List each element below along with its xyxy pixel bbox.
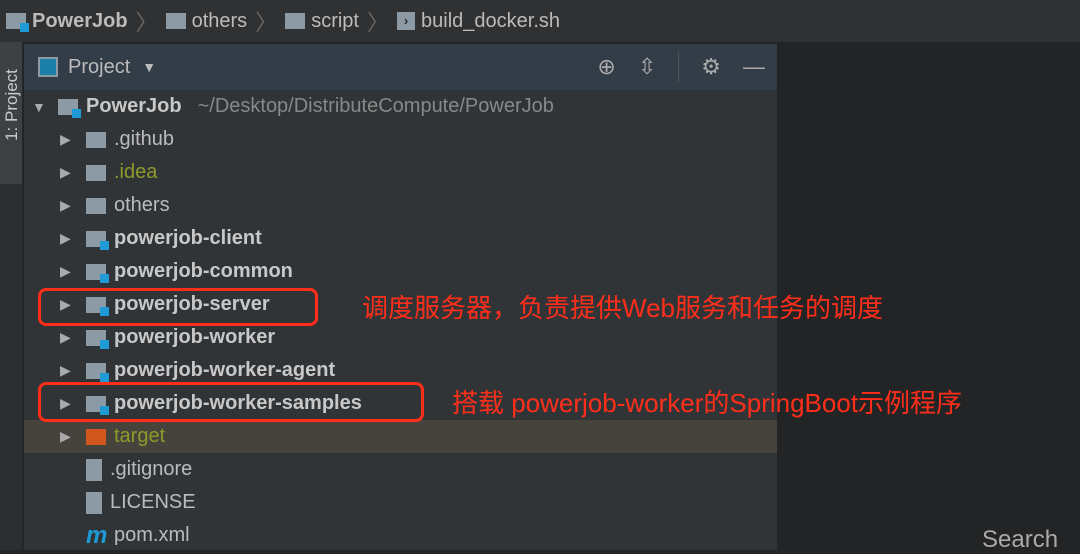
tree-item-label: target bbox=[114, 425, 166, 447]
module-folder-icon bbox=[86, 329, 109, 349]
annotation-box-samples bbox=[38, 382, 424, 422]
tree-item-label: powerjob-common bbox=[114, 260, 293, 282]
tree-row[interactable]: ▶ .github bbox=[24, 123, 777, 156]
module-folder-icon bbox=[58, 98, 81, 118]
tree-item-label: .idea bbox=[114, 161, 158, 183]
tree-row[interactable]: ▼ PowerJob ~/Desktop/DistributeCompute/Pow… bbox=[24, 90, 777, 123]
view-selector[interactable]: Project bbox=[68, 56, 130, 79]
file-icon bbox=[86, 458, 102, 481]
tree-item-label: others bbox=[114, 194, 170, 216]
tree-row[interactable]: ▶ target bbox=[24, 420, 777, 453]
module-folder-icon bbox=[86, 362, 109, 382]
divider bbox=[678, 52, 680, 82]
folder-icon bbox=[86, 131, 106, 148]
breadcrumb-script[interactable]: script bbox=[285, 10, 359, 33]
project-view-icon bbox=[38, 57, 58, 77]
annotation-server: 调度服务器，负责提供Web服务和任务的调度 bbox=[362, 293, 883, 323]
folder-icon bbox=[285, 13, 306, 29]
tree-item-label: PowerJob bbox=[86, 95, 182, 117]
tree-row[interactable]: ▶ powerjob-client bbox=[24, 222, 777, 255]
gear-icon[interactable]: ⚙ bbox=[701, 54, 721, 80]
collapsed-arrow-icon[interactable]: ▶ bbox=[60, 131, 71, 148]
tree-item-label: LICENSE bbox=[110, 491, 196, 513]
collapsed-arrow-icon[interactable]: ▶ bbox=[60, 263, 71, 280]
collapsed-arrow-icon[interactable]: ▶ bbox=[60, 428, 71, 445]
tree-row[interactable]: m pom.xml bbox=[24, 519, 777, 552]
tree-row[interactable]: ▶ .idea bbox=[24, 156, 777, 189]
project-tool-tab-label[interactable]: 1: Project bbox=[2, 55, 22, 155]
folder-icon bbox=[86, 164, 106, 181]
breadcrumb-others[interactable]: others bbox=[165, 10, 247, 33]
collapsed-arrow-icon[interactable]: ▶ bbox=[60, 164, 71, 181]
folder-icon bbox=[165, 13, 186, 29]
module-folder-icon bbox=[86, 263, 109, 283]
maven-icon: m bbox=[86, 521, 108, 549]
collapsed-arrow-icon[interactable]: ▶ bbox=[60, 197, 71, 214]
tree-item-label: powerjob-worker-agent bbox=[114, 359, 336, 381]
breadcrumb: PowerJob 〉 others 〉 script 〉 › build_docker.… bbox=[0, 0, 1080, 42]
collapsed-arrow-icon[interactable]: ▶ bbox=[60, 362, 71, 379]
tree-row[interactable]: ▶ powerjob-common bbox=[24, 255, 777, 288]
breadcrumb-file[interactable]: › build_docker.sh bbox=[397, 10, 560, 33]
tree-item-label: .gitignore bbox=[110, 458, 193, 480]
tree-row[interactable]: .gitignore bbox=[24, 453, 777, 486]
minimize-icon[interactable]: — bbox=[743, 54, 765, 80]
expanded-arrow-icon[interactable]: ▼ bbox=[32, 99, 46, 115]
panel-header: Project ▼ ⊕ ⇳ ⚙ — bbox=[24, 44, 777, 90]
file-icon bbox=[86, 491, 102, 514]
tree-row[interactable]: LICENSE bbox=[24, 486, 777, 519]
project-path: ~/Desktop/DistributeCompute/PowerJob bbox=[197, 95, 554, 117]
annotation-box-server bbox=[38, 288, 318, 326]
breadcrumb-powerjob[interactable]: PowerJob bbox=[6, 10, 128, 33]
tree-item-label: pom.xml bbox=[114, 524, 190, 546]
locate-icon[interactable]: ⊕ bbox=[597, 54, 615, 80]
annotation-samples: 搭载 powerjob-worker的SpringBoot示例程序 bbox=[452, 388, 963, 418]
tree-item-label: powerjob-worker bbox=[114, 326, 276, 348]
tree-row[interactable]: ▶ others bbox=[24, 189, 777, 222]
chevron-down-icon[interactable]: ▼ bbox=[142, 59, 156, 75]
excluded-folder-icon bbox=[86, 428, 106, 445]
collapsed-arrow-icon[interactable]: ▶ bbox=[60, 329, 71, 346]
module-icon bbox=[6, 13, 29, 32]
folder-icon bbox=[86, 197, 106, 214]
collapse-all-icon[interactable]: ⇳ bbox=[638, 54, 656, 80]
module-folder-icon bbox=[86, 230, 109, 250]
shell-script-icon: › bbox=[397, 12, 416, 30]
collapsed-arrow-icon[interactable]: ▶ bbox=[60, 230, 71, 247]
tree-item-label: .github bbox=[114, 128, 175, 150]
tree-item-label: powerjob-client bbox=[114, 227, 262, 249]
